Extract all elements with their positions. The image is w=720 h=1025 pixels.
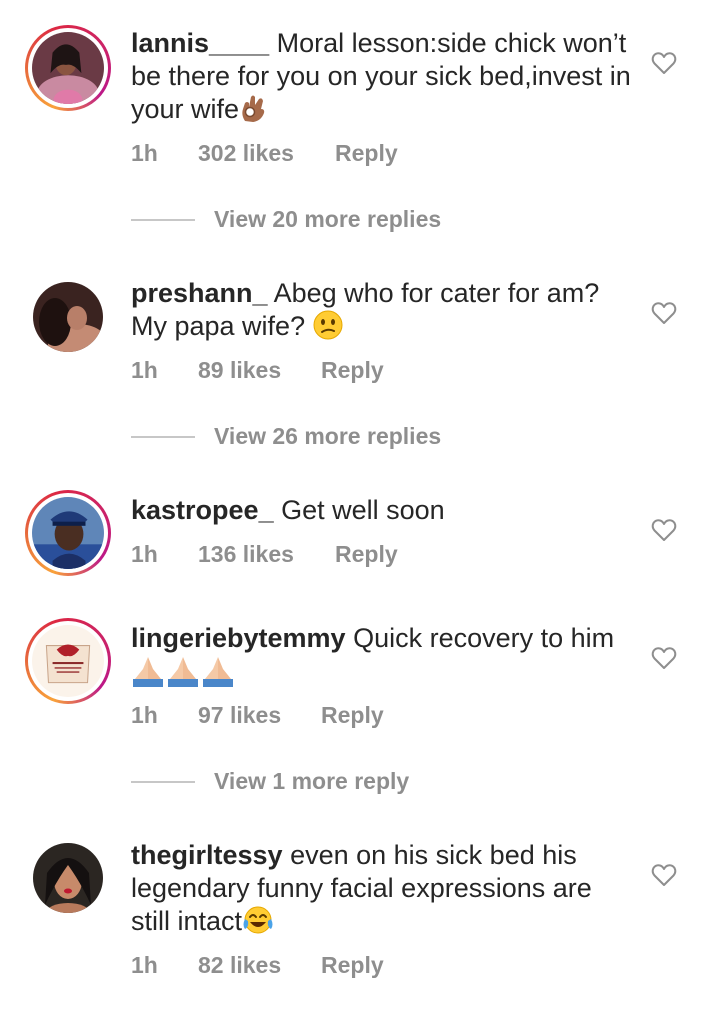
avatar <box>33 843 103 913</box>
heart-outline-icon[interactable] <box>651 863 677 887</box>
heart-outline-icon[interactable] <box>651 51 677 75</box>
avatar-plain[interactable] <box>25 835 111 921</box>
avatar <box>33 282 103 352</box>
avatar-image <box>32 497 104 569</box>
view-more-replies[interactable]: View 26 more replies <box>131 423 441 453</box>
divider-line <box>131 218 195 221</box>
avatar <box>32 497 104 569</box>
view-more-replies-label[interactable]: View 20 more replies <box>214 206 441 233</box>
comment-body: Get well soon <box>281 495 445 525</box>
comment-meta: 1h 89 likes Reply <box>131 357 384 384</box>
avatar-story-ring[interactable] <box>25 618 111 704</box>
heart-outline-icon[interactable] <box>651 518 677 542</box>
heart-outline-icon[interactable] <box>651 646 677 670</box>
reply-button[interactable]: Reply <box>321 357 384 384</box>
comment-time: 1h <box>131 702 158 728</box>
comment-username[interactable]: thegirltessy <box>131 840 283 870</box>
comment-likes[interactable]: 136 likes <box>198 541 335 568</box>
reply-button[interactable]: Reply <box>335 541 398 568</box>
comment-time: 1h <box>131 952 158 978</box>
comment-meta: 1h 302 likes Reply <box>131 140 398 167</box>
comment-likes[interactable]: 89 likes <box>198 357 321 384</box>
avatar-plain[interactable] <box>25 274 111 360</box>
divider-line <box>131 780 195 783</box>
comment-username[interactable]: lingeriebytemmy <box>131 623 346 653</box>
comment-username[interactable]: preshann_ <box>131 278 268 308</box>
comment-username[interactable]: kastropee_ <box>131 495 274 525</box>
avatar-story-ring[interactable] <box>25 490 111 576</box>
reply-button[interactable]: Reply <box>321 702 384 729</box>
comment-time: 1h <box>131 541 158 567</box>
view-more-replies-label[interactable]: View 26 more replies <box>214 423 441 450</box>
avatar-image <box>33 843 103 913</box>
praying-hands-emoji <box>131 655 235 695</box>
avatar-story-ring[interactable] <box>25 25 111 111</box>
view-more-replies-label[interactable]: View 1 more reply <box>214 768 409 795</box>
comment-likes[interactable]: 97 likes <box>198 702 321 729</box>
comment-text-block: thegirltessy even on his sick bed his le… <box>131 839 631 943</box>
avatar-image <box>33 282 103 352</box>
comment-likes[interactable]: 82 likes <box>198 952 321 979</box>
comment-time: 1h <box>131 357 158 383</box>
heart-outline-icon[interactable] <box>651 301 677 325</box>
reply-button[interactable]: Reply <box>321 952 384 979</box>
view-more-replies[interactable]: View 1 more reply <box>131 768 409 798</box>
avatar <box>32 625 104 697</box>
comment-likes[interactable]: 302 likes <box>198 140 335 167</box>
comment-text-block: preshann_ Abeg who for cater for am? My … <box>131 277 631 348</box>
avatar <box>32 32 104 104</box>
comment-text-block: lingeriebytemmy Quick recovery to him <box>131 622 631 695</box>
clipped-next-row <box>0 1017 720 1025</box>
divider-line <box>131 435 195 438</box>
comment-time: 1h <box>131 140 158 166</box>
comment-text-block: kastropee_ Get well soon <box>131 494 631 527</box>
avatar-image <box>32 625 104 697</box>
comment-body: Quick recovery to him <box>353 623 615 653</box>
ok-hand-emoji <box>239 93 267 131</box>
comment-username[interactable]: lannis____ <box>131 28 269 58</box>
tears-of-joy-emoji <box>242 905 274 943</box>
confused-face-emoji <box>313 310 343 348</box>
comment-meta: 1h 82 likes Reply <box>131 952 384 979</box>
reply-button[interactable]: Reply <box>335 140 398 167</box>
avatar-image <box>32 32 104 104</box>
view-more-replies[interactable]: View 20 more replies <box>131 206 441 236</box>
comment-text-block: lannis____ Moral lesson:side chick won’t… <box>131 27 631 131</box>
comment-meta: 1h 136 likes Reply <box>131 541 398 568</box>
comment-meta: 1h 97 likes Reply <box>131 702 384 729</box>
